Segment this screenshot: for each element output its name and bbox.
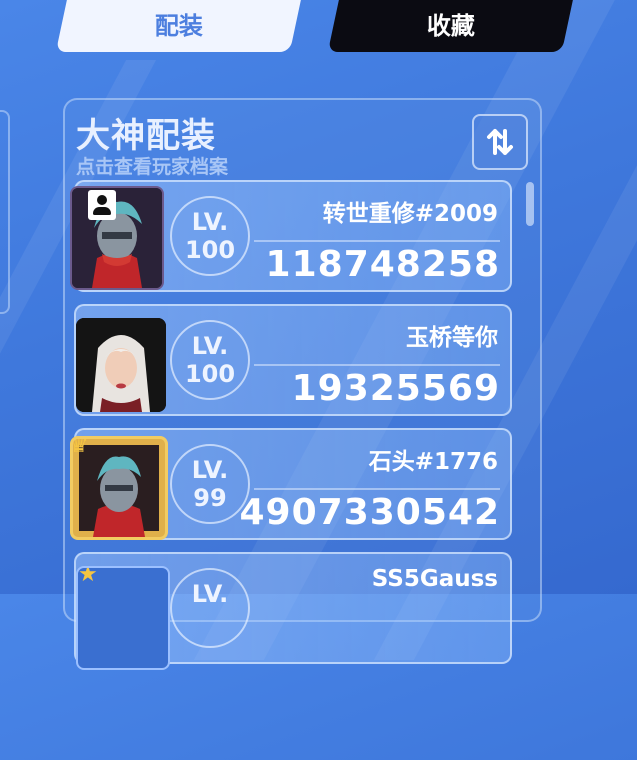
player-name: 玉桥等你 [406, 325, 498, 351]
crown-icon: ♛ [70, 436, 89, 458]
player-name: SS5Gauss [371, 566, 498, 592]
player-avatar[interactable]: ♛ [70, 436, 168, 540]
level-badge: LV. 99 [170, 444, 250, 524]
hero-portrait-icon [76, 318, 166, 412]
player-avatar[interactable] [76, 318, 166, 412]
player-row[interactable]: ♛ LV. 99 石头#1776 4907330542 [70, 428, 512, 540]
level-badge: LV. 100 [170, 196, 250, 276]
player-name: 转世重修#2009 [322, 201, 498, 227]
level-badge: LV. 100 [170, 320, 250, 400]
star-icon: ★ [78, 566, 98, 587]
left-edge-panel [0, 110, 10, 314]
row-divider [254, 240, 500, 242]
player-avatar[interactable] [70, 186, 164, 290]
panel-subtitle[interactable]: 点击查看玩家档案 [76, 152, 228, 179]
level-badge: LV. [170, 568, 250, 648]
player-power: 118748258 [265, 244, 500, 285]
sort-toggle-icon [487, 129, 513, 155]
user-profile-icon [88, 190, 116, 220]
player-name: 石头#1776 [368, 449, 498, 475]
player-row[interactable]: LV. 100 玉桥等你 19325569 [74, 304, 512, 416]
row-divider [254, 488, 500, 490]
panel-title: 大神配装 [76, 116, 216, 156]
player-power: 4907330542 [239, 492, 500, 533]
hero-portrait-icon [72, 188, 162, 288]
list-scrollbar[interactable] [526, 182, 534, 226]
tab-loadout[interactable]: 配装 [55, 0, 303, 52]
row-divider [254, 364, 500, 366]
player-avatar[interactable]: ★ [76, 566, 170, 670]
player-row[interactable]: ★ LV. SS5Gauss [74, 552, 512, 670]
player-power: 19325569 [291, 368, 500, 409]
player-row[interactable]: LV. 100 转世重修#2009 118748258 [70, 180, 512, 292]
sort-button[interactable] [472, 114, 528, 170]
tab-favorites[interactable]: 收藏 [327, 0, 575, 52]
